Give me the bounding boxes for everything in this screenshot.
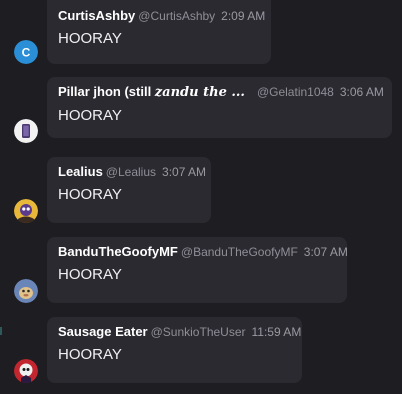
message-feed: C CurtisAshby @CurtisAshby 2:09 AM HOORAY … — [0, 0, 402, 394]
author-handle[interactable]: @Lealius — [106, 165, 156, 179]
author-name[interactable]: BanduTheGoofyMF — [58, 244, 178, 259]
character-avatar-icon[interactable] — [14, 359, 38, 383]
timestamp: 3:07 AM — [162, 165, 207, 179]
author-name[interactable]: CurtisAshby — [58, 8, 135, 23]
timestamp: 3:07 AM — [303, 245, 348, 259]
message-header: Pillar jhon (still zandu the ... @Gelatin… — [58, 84, 384, 100]
message-header: CurtisAshby @CurtisAshby 2:09 AM — [58, 8, 265, 24]
creature-avatar-icon[interactable] — [14, 279, 38, 303]
message-text: HOORAY — [58, 30, 122, 47]
author-handle[interactable]: @Gelatin1048 — [257, 85, 334, 99]
message-header: Lealius @Lealius 3:07 AM — [58, 164, 206, 180]
message-bubble[interactable]: CurtisAshby @CurtisAshby 2:09 AM HOORAY — [47, 0, 271, 64]
message-header: Sausage Eater @SunkioTheUser 11:59 AM — [58, 324, 301, 340]
character-avatar-icon[interactable] — [14, 199, 38, 223]
author-name-styled: zandu the ... — [154, 85, 245, 100]
message-text: HOORAY — [58, 107, 122, 124]
message-bubble[interactable]: Pillar jhon (still zandu the ... @Gelatin… — [47, 77, 392, 138]
message-text: HOORAY — [58, 186, 122, 203]
message-bubble[interactable]: BanduTheGoofyMF @BanduTheGoofyMF 3:07 AM H… — [47, 237, 348, 303]
author-name[interactable]: Lealius — [58, 164, 103, 179]
author-name[interactable]: Pillar jhon (still zandu the ... — [58, 84, 245, 100]
svg-text:C: C — [22, 46, 31, 60]
scroll-marker — [0, 327, 2, 335]
letter-c-avatar-icon[interactable]: C — [14, 40, 38, 64]
message-bubble[interactable]: Sausage Eater @SunkioTheUser 11:59 AM HOOR… — [47, 317, 302, 383]
phone-avatar-icon[interactable] — [14, 119, 38, 143]
message-text: HOORAY — [58, 266, 122, 283]
author-handle[interactable]: @SunkioTheUser — [151, 325, 246, 339]
timestamp: 2:09 AM — [221, 9, 266, 23]
timestamp: 3:06 AM — [339, 85, 384, 99]
author-handle[interactable]: @BanduTheGoofyMF — [181, 245, 298, 259]
timestamp: 11:59 AM — [251, 325, 302, 339]
author-handle[interactable]: @CurtisAshby — [138, 9, 215, 23]
author-name[interactable]: Sausage Eater — [58, 324, 148, 339]
message-header: BanduTheGoofyMF @BanduTheGoofyMF 3:07 AM — [58, 244, 348, 260]
message-text: HOORAY — [58, 346, 122, 363]
message-bubble[interactable]: Lealius @Lealius 3:07 AM HOORAY — [47, 157, 211, 223]
